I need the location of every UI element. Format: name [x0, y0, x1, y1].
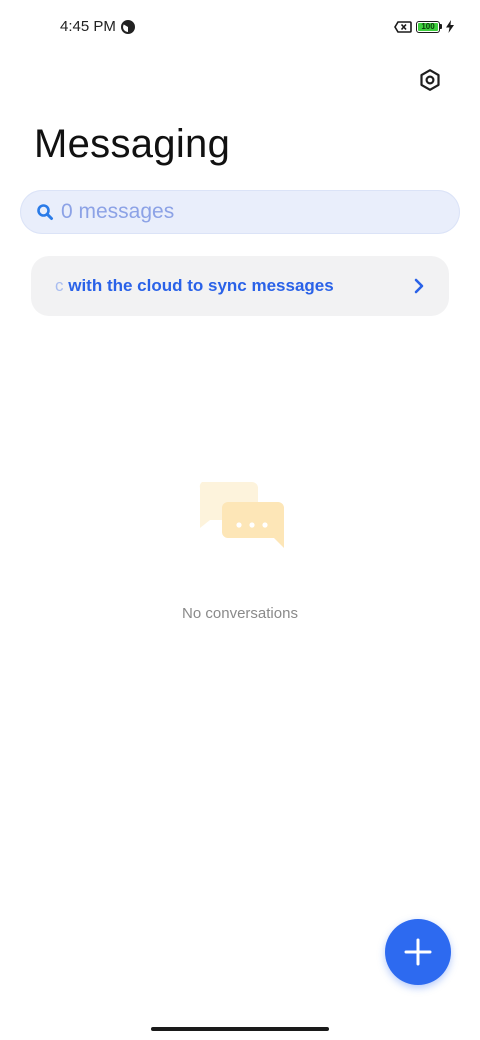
chat-bubbles-icon — [199, 482, 284, 548]
data-saver-icon — [121, 20, 135, 34]
charging-bolt-icon — [446, 20, 454, 33]
sim-error-icon — [394, 20, 412, 33]
chevron-right-icon — [414, 278, 424, 294]
sync-banner-message: with the cloud to sync messages — [68, 276, 334, 295]
battery-level: 100 — [421, 21, 435, 31]
new-conversation-button[interactable] — [385, 919, 451, 985]
battery-icon: 100 — [416, 20, 440, 33]
search-bar[interactable] — [20, 190, 460, 234]
home-indicator[interactable] — [151, 1027, 329, 1031]
battery-tip — [440, 24, 442, 29]
status-bar: 4:45 PM 100 — [0, 0, 480, 56]
search-input[interactable] — [61, 200, 421, 224]
sync-banner-text: c with the cloud to sync messages — [55, 276, 385, 296]
settings-button[interactable] — [416, 66, 444, 94]
search-icon — [37, 204, 53, 220]
empty-state-text: No conversations — [182, 605, 298, 622]
page-title: Messaging — [34, 122, 231, 166]
status-right-group: 100 — [394, 20, 454, 33]
sync-banner-fragment: c — [55, 276, 64, 295]
status-time: 4:45 PM — [60, 18, 116, 35]
settings-hexagon-icon — [420, 69, 440, 91]
sync-banner[interactable]: c with the cloud to sync messages — [31, 256, 449, 316]
plus-icon — [404, 938, 432, 966]
